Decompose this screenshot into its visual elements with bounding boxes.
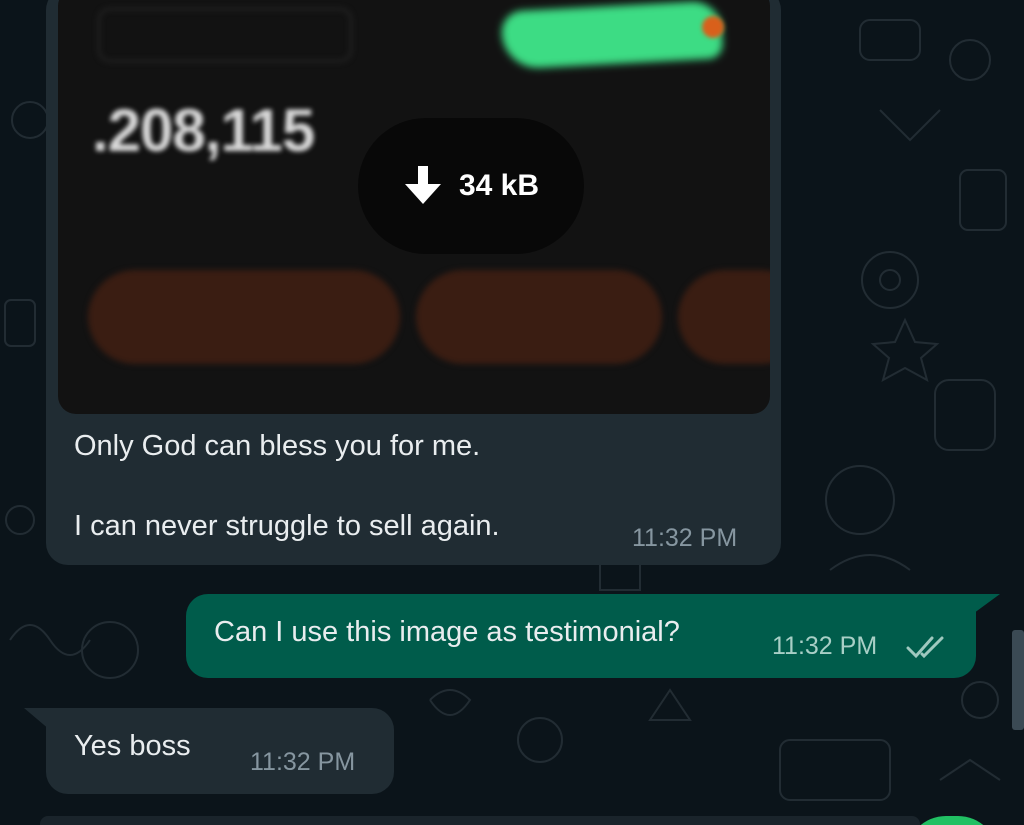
blurred-transfer-button xyxy=(416,270,662,364)
scrollbar[interactable] xyxy=(1012,630,1024,730)
green-redaction-scribble xyxy=(500,0,724,70)
blurred-header-pill xyxy=(98,8,352,62)
blurred-extra-button xyxy=(678,270,770,364)
download-arrow-icon xyxy=(404,166,441,204)
message-timestamp: 11:32 PM xyxy=(632,524,738,552)
incoming-message[interactable]: Yes boss 11:32 PM xyxy=(46,708,394,794)
outgoing-message[interactable]: Can I use this image as testimonial? 11:… xyxy=(186,594,976,678)
download-button[interactable]: 34 kB xyxy=(358,118,584,254)
blurred-fund-button xyxy=(88,270,400,364)
image-attachment[interactable]: .208,115 34 kB xyxy=(58,0,770,414)
incoming-image-message[interactable]: .208,115 34 kB Only God can bless you fo… xyxy=(46,0,781,565)
next-message-edge xyxy=(40,816,920,825)
incoming-message-text: Yes boss xyxy=(74,730,191,762)
blurred-notification-dot xyxy=(702,16,724,38)
double-check-read-icon xyxy=(906,636,944,659)
download-size: 34 kB xyxy=(458,169,540,202)
outgoing-message-timestamp: 11:32 PM xyxy=(772,632,878,660)
message-text-line-2: I can never struggle to sell again. xyxy=(74,510,500,542)
blurred-balance: .208,115 xyxy=(92,97,315,164)
incoming-message-timestamp: 11:32 PM xyxy=(250,748,356,776)
outgoing-message-text: Can I use this image as testimonial? xyxy=(214,616,680,648)
message-text-line-1: Only God can bless you for me. xyxy=(74,430,481,462)
